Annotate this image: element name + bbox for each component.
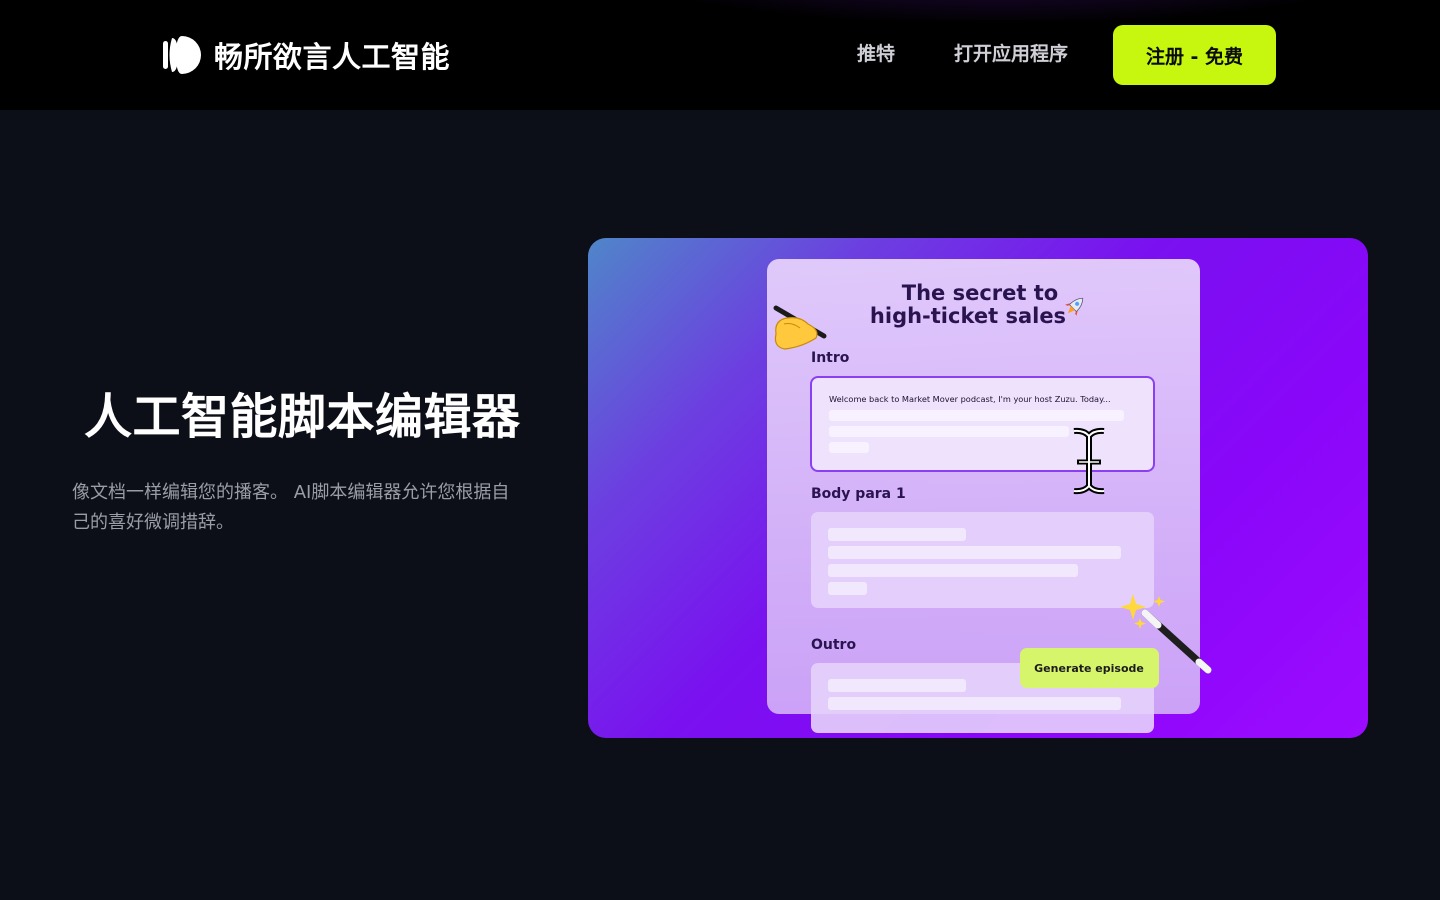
nav-link-open-app[interactable]: 打开应用程序 [954,40,1068,68]
intro-text: Welcome back to Market Mover podcast, I'… [829,394,1111,404]
section-label-intro: Intro [811,350,850,366]
hero-description: 像文档一样编辑您的播客。 AI脚本编辑器允许您根据自己的喜好微调措辞。 [72,482,510,533]
site-header: 畅所欲言人工智能 推特 打开应用程序 注册 - 免费 [0,0,1440,110]
body-text-box[interactable] [811,512,1154,608]
header-glow [560,0,1440,20]
editor-mockup: The secret to high-ticket sales Intro We… [767,259,1212,733]
brand-name: 畅所欲言人工智能 [214,40,451,74]
signup-button[interactable]: 注册 - 免费 [1113,25,1276,85]
script-editor-preview: The secret to high-ticket sales Intro We… [588,238,1368,738]
mockup-title-line2: high-ticket sales [870,304,1066,328]
page-title: 人工智能脚本编辑器 [84,389,521,445]
intro-text-box[interactable]: Welcome back to Market Mover podcast, I'… [810,376,1155,472]
logo-icon [163,36,201,74]
generate-episode-button[interactable]: Generate episode [1020,648,1159,688]
nav-link-twitter[interactable]: 推特 [857,40,895,68]
generate-episode-label: Generate episode [1034,662,1144,675]
brand-logo[interactable]: 畅所欲言人工智能 [163,34,450,76]
mockup-title-line1: The secret to [902,281,1058,305]
section-label-body: Body para 1 [811,486,906,502]
section-label-outro: Outro [811,637,856,653]
